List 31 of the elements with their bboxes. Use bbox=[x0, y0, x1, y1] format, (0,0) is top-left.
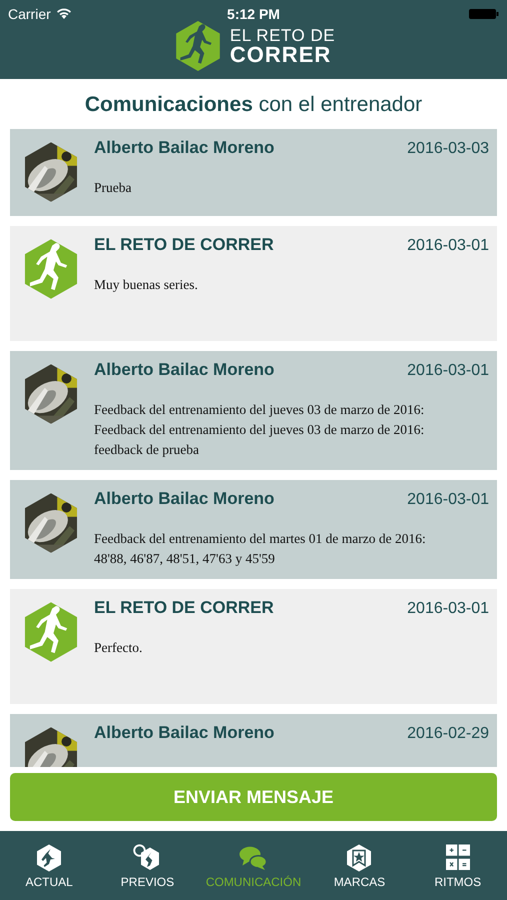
sender-name: Alberto Bailac Moreno bbox=[94, 138, 274, 158]
message-text: Perfecto. bbox=[94, 639, 144, 657]
wifi-icon bbox=[56, 8, 72, 20]
sender-name: EL RETO DE CORRER bbox=[94, 235, 274, 255]
logo-text: EL RETO DE bbox=[230, 26, 336, 44]
message-date: 2016-03-03 bbox=[407, 140, 489, 158]
carrier-label: Carrier bbox=[8, 6, 51, 22]
tab[interactable]: RITMOS bbox=[418, 842, 498, 888]
page-title: Comunicaciones con el entrenador bbox=[84, 92, 424, 118]
tab[interactable]: MARCAS bbox=[319, 842, 400, 888]
sender-name: Alberto Bailac Moreno bbox=[94, 360, 274, 380]
message-text: Muy buenas series. bbox=[94, 276, 199, 294]
message-date: 2016-03-01 bbox=[407, 600, 489, 618]
message-date: 2016-03-01 bbox=[407, 491, 489, 509]
message-text: Prueba bbox=[94, 179, 132, 197]
tab[interactable]: ACTUAL bbox=[9, 842, 90, 888]
sender-name: EL RETO DE CORRER bbox=[94, 598, 274, 618]
message-text: Feedback del entrenamiento del jueves 03 de marzo de 2016: bbox=[94, 401, 426, 419]
message-text: feedback de prueba bbox=[94, 441, 200, 459]
logo-text: CORRER bbox=[230, 44, 332, 66]
message-text: 48'88, 46'87, 48'51, 47'63 y 45'59 bbox=[94, 550, 276, 568]
sender-name: Alberto Bailac Moreno bbox=[94, 489, 274, 509]
message-text: Feedback del entrenamiento del martes 01 de marzo de 2016: bbox=[94, 530, 427, 548]
sender-name: Alberto Bailac Moreno bbox=[94, 723, 274, 743]
message-date: 2016-03-01 bbox=[407, 362, 489, 380]
message-date: 2016-02-29 bbox=[407, 725, 489, 743]
message-date: 2016-03-01 bbox=[407, 237, 489, 255]
tab[interactable]: PREVIOS bbox=[107, 842, 188, 888]
message-text: Feedback del entrenamiento del jueves 03 de marzo de 2016: bbox=[94, 421, 426, 439]
battery-icon bbox=[469, 8, 499, 20]
clock-time: 5:12 PM bbox=[227, 6, 280, 22]
